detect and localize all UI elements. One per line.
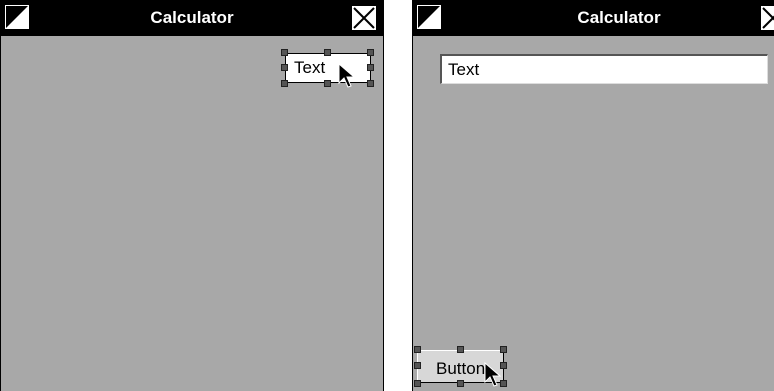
- resize-handle-icon[interactable]: [281, 49, 288, 56]
- resize-handle-icon[interactable]: [414, 380, 421, 387]
- title-bar[interactable]: Calculator: [1, 0, 383, 36]
- resize-handle-icon[interactable]: [414, 346, 421, 353]
- resize-handle-icon[interactable]: [281, 80, 288, 87]
- resize-handle-icon[interactable]: [367, 80, 374, 87]
- text-field-label: Text: [294, 58, 326, 77]
- window-title: Calculator: [577, 8, 661, 27]
- calculator-window-left: Calculator Text: [0, 0, 384, 391]
- resize-handle-icon[interactable]: [367, 49, 374, 56]
- cursor-arrow-icon: [338, 63, 356, 88]
- title-bar[interactable]: Calculator: [413, 0, 774, 36]
- resize-handle-icon[interactable]: [367, 64, 374, 71]
- resize-handle-icon[interactable]: [324, 49, 331, 56]
- resize-handle-icon[interactable]: [324, 80, 331, 87]
- resize-handle-icon[interactable]: [457, 346, 464, 353]
- text-field[interactable]: Text: [440, 54, 768, 84]
- resize-handle-icon[interactable]: [281, 64, 288, 71]
- resize-handle-icon[interactable]: [457, 380, 464, 387]
- text-field-label: Text: [448, 60, 480, 79]
- resize-handle-icon[interactable]: [500, 346, 507, 353]
- button-label: Button: [436, 359, 486, 378]
- cursor-arrow-icon: [484, 362, 502, 387]
- resize-handle-icon[interactable]: [414, 362, 421, 369]
- window-title: Calculator: [150, 8, 234, 27]
- close-icon[interactable]: [760, 5, 774, 31]
- text-field-selected[interactable]: Text: [285, 53, 371, 83]
- close-icon[interactable]: [351, 5, 377, 31]
